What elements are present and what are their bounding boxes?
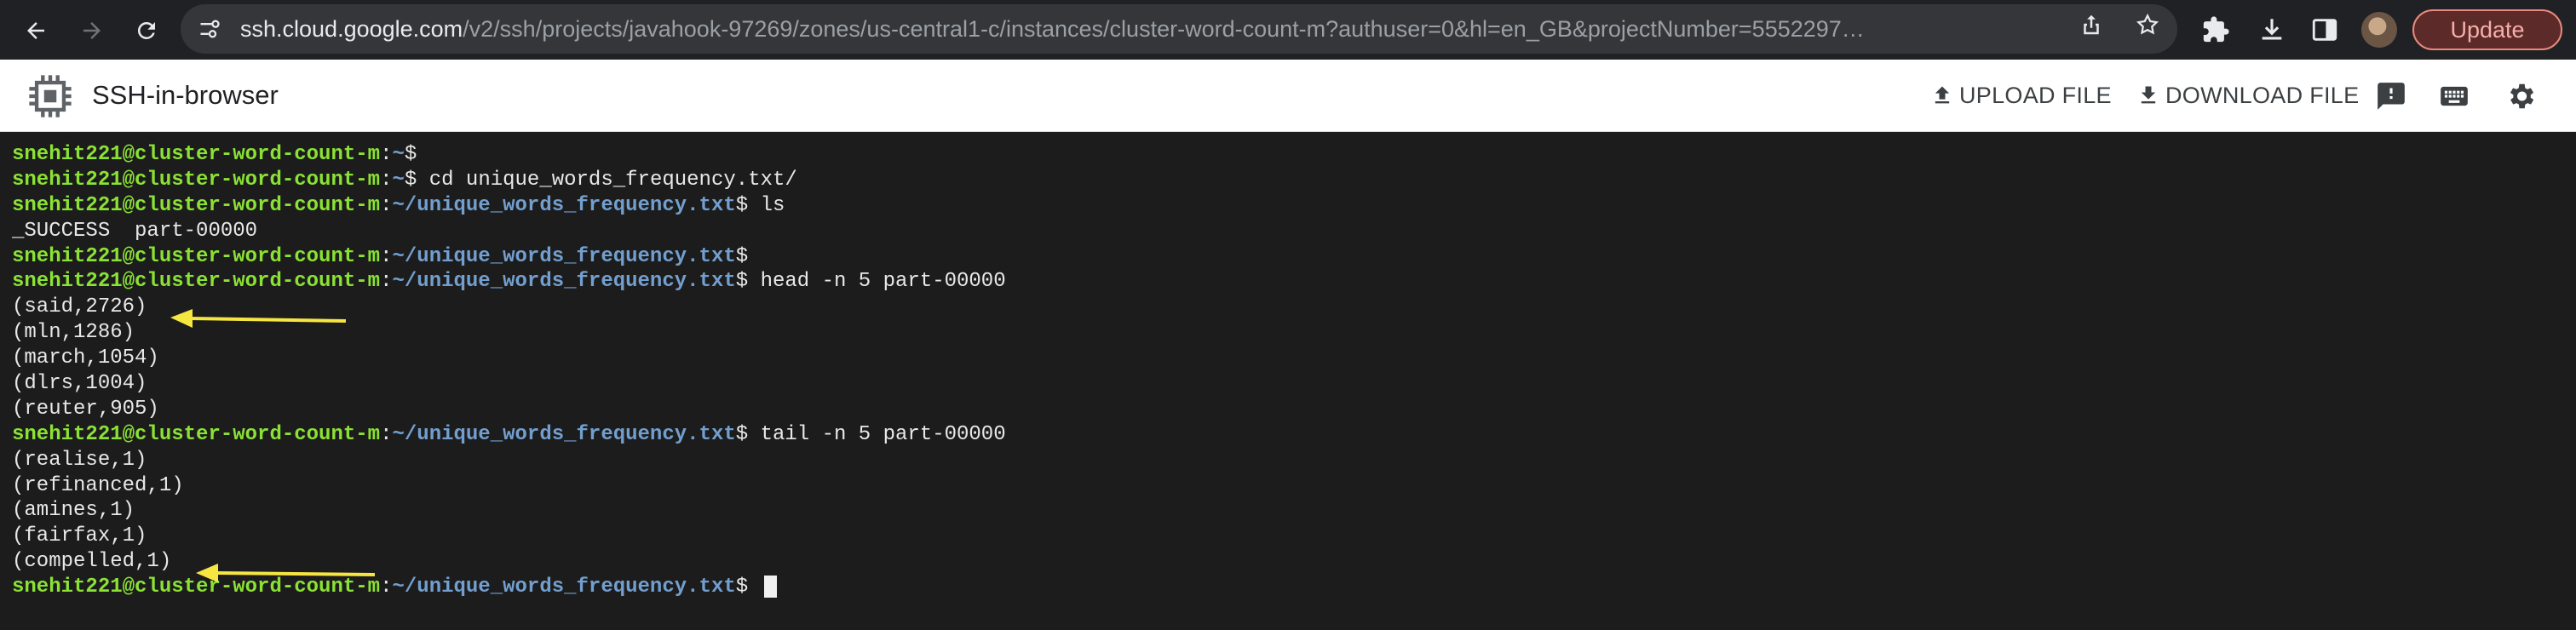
annotation-arrow-tail — [196, 564, 376, 582]
reload-icon[interactable] — [128, 12, 165, 49]
bookmark-star-icon[interactable] — [2135, 12, 2160, 37]
terminal-prompt-line: snehit221@cluster-word-count-m:~/unique_… — [12, 575, 1006, 600]
upload-file-button[interactable]: UPLOAD FILE — [1930, 60, 2112, 131]
prompt-command: cd unique_words_frequency.txt/ — [428, 168, 797, 192]
profile-avatar[interactable] — [2361, 12, 2397, 48]
terminal[interactable]: snehit221@cluster-word-count-m:~$ snehit… — [0, 132, 2576, 630]
output-text: (dlrs,1004) — [12, 372, 147, 396]
output-text: (realise,1) — [12, 448, 147, 472]
terminal-output-line: (mln,1286) — [12, 320, 1006, 346]
url-path: /v2/ssh/projects/javahook-97269/zones/us… — [463, 16, 1865, 42]
terminal-output-line: (march,1054) — [12, 346, 1006, 371]
download-file-label: DOWNLOAD FILE — [2165, 82, 2360, 108]
prompt-path: ~ — [392, 168, 405, 192]
update-button[interactable]: Update — [2412, 9, 2562, 50]
prompt-user-host: snehit221@cluster-word-count-m — [12, 244, 381, 268]
terminal-output-line: (reuter,905) — [12, 397, 1006, 422]
terminal-prompt-line: snehit221@cluster-word-count-m:~/unique_… — [12, 193, 785, 217]
terminal-output-line: (amines,1) — [12, 498, 1006, 524]
prompt-command: head -n 5 part-00000 — [760, 270, 1006, 294]
output-text: (amines,1) — [12, 499, 135, 523]
output-text: _SUCCESS part-00000 — [12, 219, 258, 243]
terminal-prompt-line: snehit221@cluster-word-count-m:~/unique_… — [12, 422, 1006, 446]
prompt-user-host: snehit221@cluster-word-count-m — [12, 270, 381, 294]
terminal-output-line: (compelled,1) — [12, 549, 1006, 575]
prompt-user-host: snehit221@cluster-word-count-m — [12, 143, 381, 166]
back-icon[interactable] — [17, 12, 55, 49]
prompt-path: ~ — [392, 143, 405, 166]
output-text: (march,1054) — [12, 346, 159, 370]
output-text: (reuter,905) — [12, 397, 159, 421]
output-text: (compelled,1) — [12, 550, 172, 574]
app-title: SSH-in-browser — [92, 80, 279, 110]
terminal-output-line: (refinanced,1) — [12, 473, 1006, 499]
upload-icon — [1935, 86, 1950, 104]
download-file-button[interactable]: DOWNLOAD FILE — [2136, 60, 2359, 131]
prompt-path: ~/unique_words_frequency.txt — [392, 193, 736, 217]
url-text: ssh.cloud.google.com/v2/ssh/projects/jav… — [240, 4, 2225, 54]
annotation-arrow-head — [170, 309, 347, 328]
terminal-prompt-line: snehit221@cluster-word-count-m:~$ cd uni… — [12, 168, 797, 192]
address-bar[interactable]: ssh.cloud.google.com/v2/ssh/projects/jav… — [181, 4, 2177, 54]
terminal-prompt-line: snehit221@cluster-word-count-m:~/unique_… — [12, 244, 761, 268]
output-text: (mln,1286) — [12, 321, 135, 345]
terminal-output-line: _SUCCESS part-00000 — [12, 219, 1006, 244]
output-text: (said,2726) — [12, 295, 147, 319]
prompt-user-host: snehit221@cluster-word-count-m — [12, 193, 381, 217]
terminal-output-line: (fairfax,1) — [12, 524, 1006, 549]
settings-gear-icon[interactable] — [2504, 80, 2537, 112]
terminal-output: snehit221@cluster-word-count-m:~$ snehit… — [12, 142, 1006, 600]
ssh-app-bar: SSH-in-browser UPLOAD FILE DOWNLOAD FILE — [0, 60, 2576, 132]
terminal-output-line: (realise,1) — [12, 448, 1006, 473]
output-text: (fairfax,1) — [12, 524, 147, 548]
prompt-command: ls — [760, 193, 785, 217]
terminal-prompt-line: snehit221@cluster-word-count-m:~$ — [12, 143, 429, 166]
prompt-path: ~/unique_words_frequency.txt — [392, 576, 736, 599]
extensions-icon[interactable] — [2201, 15, 2230, 44]
share-icon[interactable] — [2079, 12, 2104, 37]
feedback-icon[interactable] — [2375, 80, 2407, 112]
prompt-path: ~/unique_words_frequency.txt — [392, 270, 736, 294]
prompt-user-host: snehit221@cluster-word-count-m — [12, 422, 381, 446]
download-icon — [2141, 86, 2156, 104]
side-panel-icon[interactable] — [2310, 15, 2339, 44]
keyboard-icon[interactable] — [2438, 80, 2470, 112]
prompt-path: ~/unique_words_frequency.txt — [392, 244, 736, 268]
upload-file-label: UPLOAD FILE — [1959, 82, 2112, 108]
prompt-path: ~/unique_words_frequency.txt — [392, 422, 736, 446]
prompt-user-host: snehit221@cluster-word-count-m — [12, 168, 381, 192]
downloads-icon[interactable] — [2257, 15, 2286, 44]
forward-icon[interactable] — [73, 12, 111, 49]
terminal-cursor — [763, 575, 777, 598]
url-host: ssh.cloud.google.com — [240, 16, 463, 42]
output-text: (refinanced,1) — [12, 473, 184, 497]
prompt-command: tail -n 5 part-00000 — [760, 422, 1006, 446]
site-info-icon[interactable] — [198, 17, 221, 41]
terminal-output-line: (said,2726) — [12, 295, 1006, 320]
terminal-output-line: (dlrs,1004) — [12, 371, 1006, 397]
browser-toolbar: ssh.cloud.google.com/v2/ssh/projects/jav… — [0, 0, 2576, 60]
compute-engine-chip-icon — [29, 75, 72, 117]
terminal-prompt-line: snehit221@cluster-word-count-m:~/unique_… — [12, 270, 1006, 294]
